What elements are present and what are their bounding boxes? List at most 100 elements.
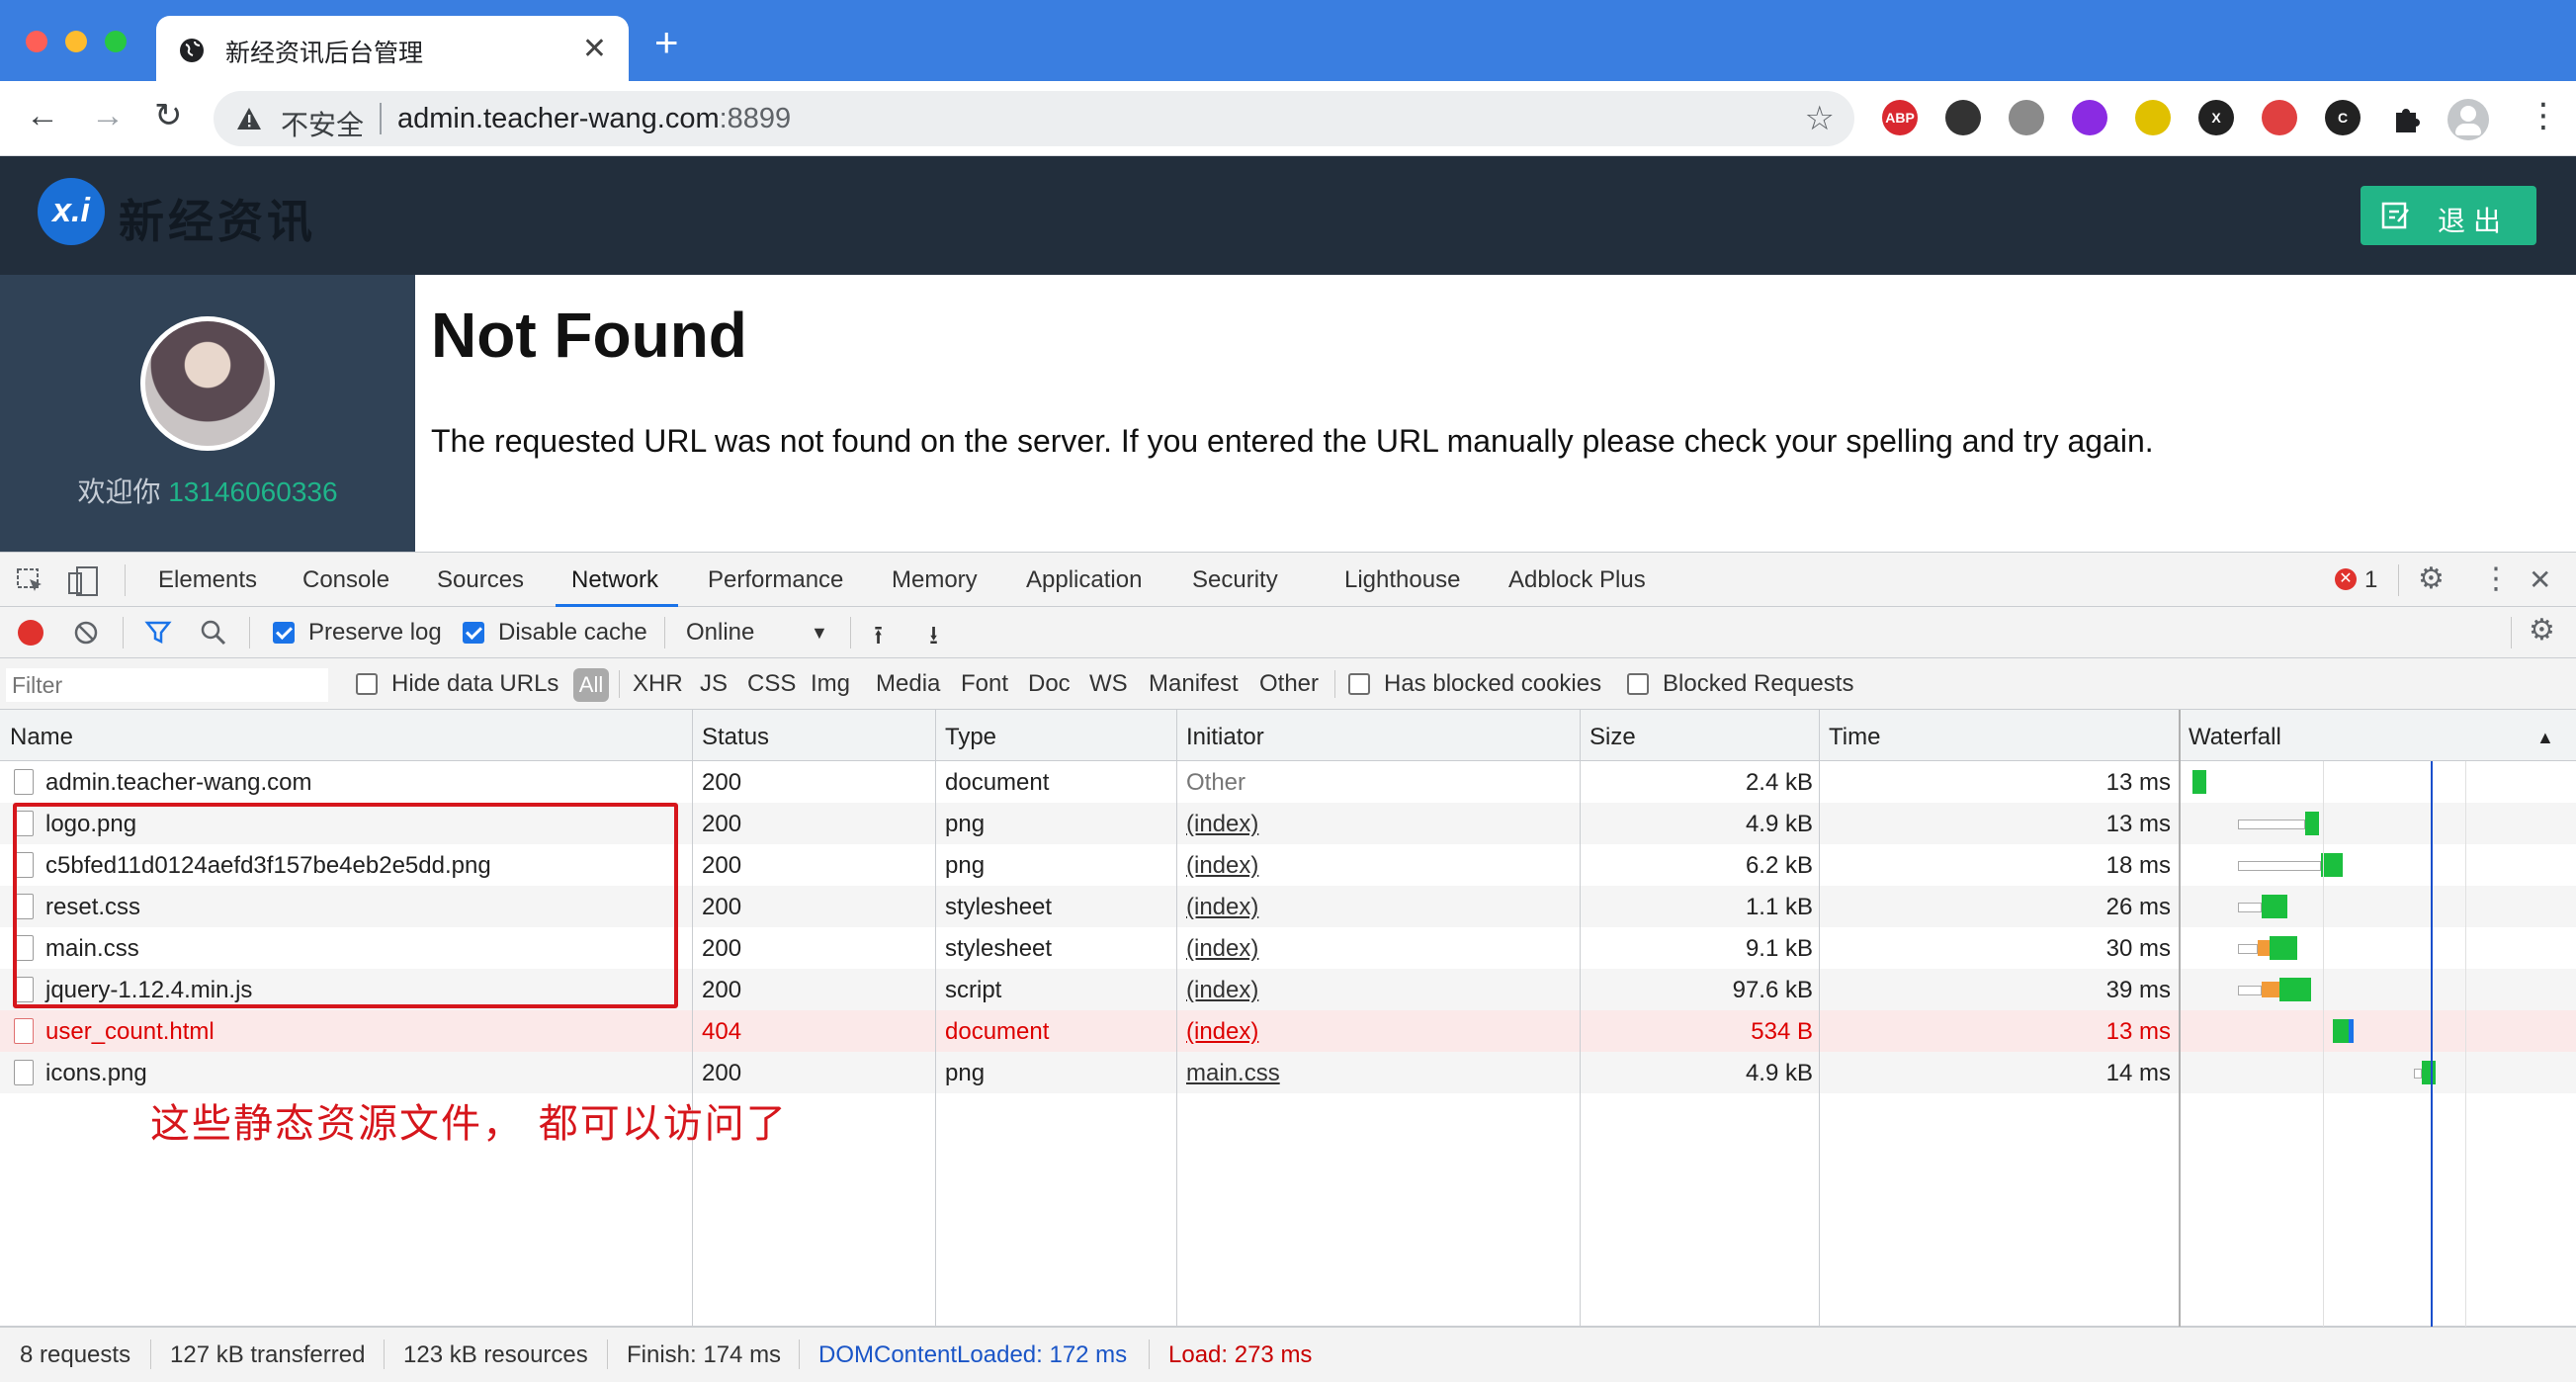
extensions-puzzle-icon[interactable] bbox=[2390, 103, 2422, 134]
browser-tab[interactable]: 新经资讯后台管理 ✕ bbox=[156, 16, 629, 81]
request-status: 200 bbox=[702, 894, 742, 920]
devtools-menu-icon[interactable]: ⋮ bbox=[2481, 564, 2511, 594]
filter-type-media[interactable]: Media bbox=[876, 670, 940, 698]
hide-data-urls-label: Hide data URLs bbox=[391, 670, 559, 697]
filter-input[interactable] bbox=[6, 668, 328, 702]
filter-funnel-icon[interactable] bbox=[144, 619, 172, 647]
request-initiator[interactable]: (index) bbox=[1186, 894, 1258, 921]
tab-memory[interactable]: Memory bbox=[892, 566, 978, 594]
filter-type-font[interactable]: Font bbox=[961, 670, 1008, 698]
not-secure-label[interactable]: 不安全 bbox=[281, 104, 364, 143]
main-content: Not Found The requested URL was not foun… bbox=[415, 275, 2576, 552]
table-row[interactable]: admin.teacher-wang.com 200 document Other 2.… bbox=[0, 761, 2576, 803]
request-name: admin.teacher-wang.com bbox=[45, 769, 312, 796]
column-initiator[interactable]: Initiator bbox=[1186, 724, 1264, 751]
request-initiator[interactable]: main.css bbox=[1186, 1060, 1280, 1087]
request-name: icons.png bbox=[45, 1060, 147, 1086]
column-type[interactable]: Type bbox=[945, 724, 996, 751]
request-time: 18 ms bbox=[2105, 852, 2171, 879]
devtools-settings-icon[interactable]: ⚙ bbox=[2418, 564, 2445, 594]
close-devtools-icon[interactable]: ✕ bbox=[2529, 566, 2551, 594]
sort-ascending-icon[interactable]: ▲ bbox=[2536, 728, 2554, 748]
qr-code-icon[interactable] bbox=[1945, 100, 1981, 135]
request-initiator[interactable]: (index) bbox=[1186, 811, 1258, 838]
filter-type-other[interactable]: Other bbox=[1259, 670, 1319, 698]
device-toolbar-icon[interactable] bbox=[67, 565, 101, 597]
tab-adblock-plus[interactable]: Adblock Plus bbox=[1508, 566, 1646, 594]
has-blocked-cookies-checkbox[interactable] bbox=[1348, 673, 1370, 695]
export-har-icon[interactable]: ⭳ bbox=[929, 617, 938, 660]
preserve-log-label: Preserve log bbox=[308, 619, 442, 646]
tab-sources[interactable]: Sources bbox=[437, 566, 524, 594]
filter-type-doc[interactable]: Doc bbox=[1028, 670, 1071, 698]
logout-button[interactable]: 退出 bbox=[2361, 186, 2536, 245]
blocked-requests-label: Blocked Requests bbox=[1663, 670, 1854, 697]
tab-console[interactable]: Console bbox=[302, 566, 389, 594]
tab-performance[interactable]: Performance bbox=[708, 566, 843, 594]
forward-arrow-icon[interactable]: → bbox=[91, 99, 125, 132]
minimize-window-button[interactable] bbox=[65, 31, 87, 52]
browser-menu-icon[interactable]: ⋮ bbox=[2527, 99, 2560, 132]
inspect-element-icon[interactable] bbox=[16, 567, 45, 595]
translate-extension-icon[interactable] bbox=[2262, 100, 2297, 135]
disable-cache-checkbox[interactable] bbox=[463, 622, 484, 644]
table-row[interactable]: icons.png 200 png main.css 4.9 kB 14 ms bbox=[0, 1052, 2576, 1093]
column-time[interactable]: Time bbox=[1829, 724, 1880, 751]
column-waterfall[interactable]: Waterfall bbox=[2189, 724, 2281, 751]
request-status: 200 bbox=[702, 811, 742, 837]
filter-all-button[interactable]: All bbox=[573, 668, 609, 702]
reload-icon[interactable]: ↻ bbox=[154, 99, 183, 132]
filter-type-css[interactable]: CSS bbox=[747, 670, 796, 698]
filter-type-xhr[interactable]: XHR bbox=[633, 670, 683, 698]
throttling-select[interactable]: Online bbox=[686, 619, 754, 647]
bookmark-star-icon[interactable]: ☆ bbox=[1805, 99, 1835, 138]
request-initiator[interactable]: (index) bbox=[1186, 1018, 1258, 1046]
filter-type-img[interactable]: Img bbox=[811, 670, 850, 698]
close-tab-icon[interactable]: ✕ bbox=[582, 32, 607, 66]
error-count[interactable]: 1 bbox=[2364, 566, 2377, 594]
throttling-dropdown-icon[interactable]: ▼ bbox=[811, 623, 828, 644]
clear-icon[interactable] bbox=[73, 620, 99, 646]
column-size[interactable]: Size bbox=[1589, 724, 1636, 751]
globe-extension-icon[interactable] bbox=[2009, 100, 2044, 135]
filter-type-ws[interactable]: WS bbox=[1089, 670, 1128, 698]
c-extension-icon[interactable]: C bbox=[2325, 100, 2361, 135]
back-arrow-icon[interactable]: ← bbox=[26, 99, 59, 132]
filter-type-js[interactable]: JS bbox=[700, 670, 728, 698]
tab-elements[interactable]: Elements bbox=[158, 566, 257, 594]
request-initiator[interactable]: (index) bbox=[1186, 852, 1258, 880]
column-name[interactable]: Name bbox=[10, 724, 73, 751]
table-row[interactable]: user_count.html 404 document (index) 534 B 13… bbox=[0, 1010, 2576, 1052]
x-extension-icon[interactable]: X bbox=[2198, 100, 2234, 135]
user-avatar bbox=[140, 316, 275, 451]
maximize-window-button[interactable] bbox=[105, 31, 127, 52]
address-bar[interactable]: 不安全 admin.teacher-wang.com:8899 ☆ bbox=[214, 91, 1854, 146]
close-window-button[interactable] bbox=[26, 31, 47, 52]
request-type: stylesheet bbox=[945, 935, 1053, 962]
url-text[interactable]: admin.teacher-wang.com:8899 bbox=[397, 103, 791, 135]
preserve-log-checkbox[interactable] bbox=[273, 622, 295, 644]
record-icon[interactable] bbox=[18, 620, 43, 646]
new-tab-button[interactable]: + bbox=[654, 22, 679, 63]
tab-network[interactable]: Network bbox=[571, 566, 658, 594]
request-initiator[interactable]: (index) bbox=[1186, 977, 1258, 1004]
network-settings-icon[interactable]: ⚙ bbox=[2529, 613, 2555, 648]
purple-extension-icon[interactable] bbox=[2072, 100, 2107, 135]
request-initiator[interactable]: (index) bbox=[1186, 935, 1258, 963]
search-icon[interactable] bbox=[200, 619, 227, 647]
adblock-plus-icon[interactable]: ABP bbox=[1882, 100, 1918, 135]
site-header: x.i 新经资讯 退出 bbox=[0, 156, 2576, 275]
profile-avatar-icon[interactable] bbox=[2447, 99, 2489, 140]
annotation-text: 这些静态资源文件， 都可以访问了 bbox=[150, 1101, 788, 1147]
request-name: user_count.html bbox=[45, 1018, 215, 1045]
column-status[interactable]: Status bbox=[702, 724, 769, 751]
tab-lighthouse[interactable]: Lighthouse bbox=[1344, 566, 1460, 594]
tab-security[interactable]: Security bbox=[1192, 566, 1278, 594]
tab-application[interactable]: Application bbox=[1026, 566, 1142, 594]
blocked-requests-checkbox[interactable] bbox=[1627, 673, 1649, 695]
hide-data-urls-checkbox[interactable] bbox=[356, 673, 378, 695]
import-har-icon[interactable]: ⭱ bbox=[874, 617, 883, 660]
error-count-icon[interactable]: ✕ bbox=[2335, 568, 2357, 590]
lightning-extension-icon[interactable] bbox=[2135, 100, 2171, 135]
filter-type-manifest[interactable]: Manifest bbox=[1149, 670, 1239, 698]
